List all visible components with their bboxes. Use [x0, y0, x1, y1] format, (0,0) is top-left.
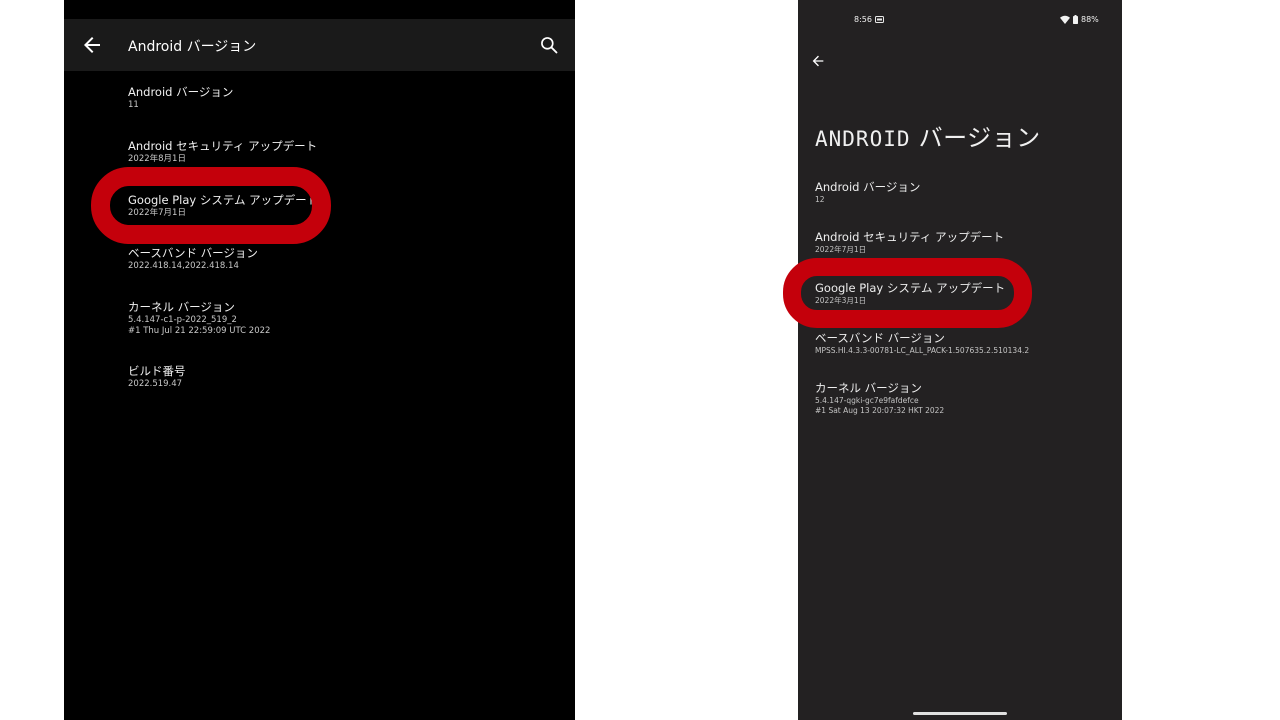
gesture-navigation-handle[interactable] — [913, 712, 1007, 715]
left-phone-screen: Android バージョン Android バージョン 11 Android セ… — [64, 0, 575, 720]
list-item-kernel-version[interactable]: カーネル バージョン 5.4.147-c1-p-2022_519_2 #1 Th… — [128, 300, 548, 337]
item-value: 11 — [128, 100, 139, 110]
list-item-baseband-version[interactable]: ベースバンド バージョン 2022.418.14,2022.418.14 — [128, 246, 548, 272]
list-item-security-update[interactable]: Android セキュリティ アップデート 2022年7月1日 — [815, 230, 1115, 255]
item-value-secondary: #1 Thu Jul 21 22:59:09 UTC 2022 — [128, 326, 271, 336]
item-title: カーネル バージョン — [128, 300, 235, 314]
search-icon[interactable] — [539, 35, 559, 55]
list-item-kernel-version[interactable]: カーネル バージョン 5.4.147-qgki-gc7e9fafdefce #1… — [815, 381, 1115, 415]
status-bar — [64, 0, 575, 19]
item-value: 2022.418.14,2022.418.14 — [128, 261, 239, 271]
list-item-android-version[interactable]: Android バージョン 11 — [128, 85, 548, 111]
list-item-baseband-version[interactable]: ベースバンド バージョン MPSS.HI.4.3.3-00781-LC_ALL_… — [815, 331, 1115, 356]
page-title-japanese: バージョン — [910, 124, 1041, 152]
page-title: Android バージョン — [128, 39, 257, 55]
highlight-google-play-update-left — [91, 167, 331, 244]
battery-icon — [1073, 15, 1078, 24]
app-bar: Android バージョン — [64, 19, 575, 71]
status-time: 8:56 — [854, 15, 872, 24]
item-value-secondary: #1 Sat Aug 13 20:07:32 HKT 2022 — [815, 405, 945, 415]
status-bar: 8:56 88% — [798, 0, 1122, 40]
item-value: 2022.519.47 — [128, 379, 183, 389]
item-title: ベースバンド バージョン — [815, 331, 945, 345]
item-value: 2022年8月1日 — [128, 154, 186, 164]
item-value: 5.4.147-qgki-gc7e9fafdefce — [815, 396, 919, 405]
list-item-android-version[interactable]: Android バージョン 12 — [815, 180, 1115, 205]
item-value: 5.4.147-c1-p-2022_519_2 — [128, 315, 237, 325]
page-title-latin: ANDROID — [815, 127, 911, 151]
list-item-build-number[interactable]: ビルド番号 2022.519.47 — [128, 364, 548, 390]
arrow-back-icon[interactable] — [810, 53, 826, 69]
item-value: MPSS.HI.4.3.3-00781-LC_ALL_PACK-1.507635… — [815, 346, 1030, 355]
battery-percentage: 88% — [1081, 15, 1099, 24]
arrow-back-icon[interactable] — [80, 33, 104, 57]
item-title: Android セキュリティ アップデート — [128, 139, 318, 153]
wifi-icon — [1060, 15, 1070, 24]
notification-icon — [875, 16, 884, 23]
item-value: 12 — [815, 195, 825, 204]
item-title: ベースバンド バージョン — [128, 246, 258, 260]
item-title: Android セキュリティ アップデート — [815, 230, 1005, 244]
right-phone-screen: 8:56 88% ANDROID バージョン Android バージョン 12 … — [798, 0, 1122, 720]
list-item-security-update[interactable]: Android セキュリティ アップデート 2022年8月1日 — [128, 139, 548, 165]
item-value: 2022年7月1日 — [815, 245, 867, 254]
item-title: Android バージョン — [128, 85, 234, 99]
highlight-google-play-update-right — [783, 258, 1032, 328]
item-title: Android バージョン — [815, 180, 921, 194]
page-title: ANDROID バージョン — [815, 118, 1041, 153]
item-title: ビルド番号 — [128, 364, 186, 378]
item-title: カーネル バージョン — [815, 381, 922, 395]
